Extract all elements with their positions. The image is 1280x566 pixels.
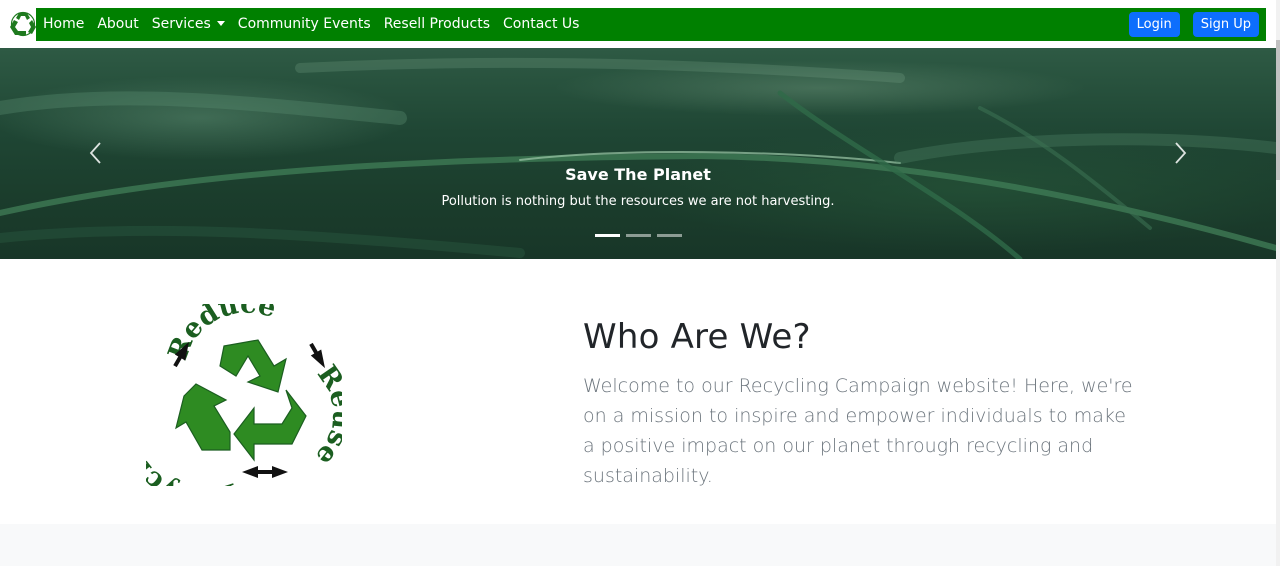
reduce-reuse-recycle-logo: Reduce Reuse Recycle (146, 304, 342, 486)
carousel-prev-icon[interactable] (86, 140, 106, 166)
nav-services-label: Services (151, 16, 211, 32)
nav-auth-buttons: Login Sign Up (1128, 12, 1266, 37)
nav-home[interactable]: Home (36, 8, 90, 41)
scrollbar-thumb[interactable] (1276, 40, 1280, 180)
hero-carousel: Save The Planet Pollution is nothing but… (0, 48, 1276, 259)
about-section: Reduce Reuse Recycle Who Are We? Welcome… (0, 259, 1276, 524)
carousel-indicators (595, 234, 682, 237)
hero-title: Save The Planet (565, 165, 711, 184)
header: Home About Services Community Events Res… (0, 0, 1280, 48)
nav-community-events[interactable]: Community Events (231, 8, 377, 41)
about-description: Welcome to our Recycling Campaign websit… (583, 375, 1133, 487)
signup-button[interactable]: Sign Up (1192, 12, 1259, 37)
carousel-indicator-3[interactable] (657, 234, 682, 237)
grass-background-image (0, 57, 1276, 259)
hero-subtitle: Pollution is nothing but the resources w… (441, 194, 835, 209)
nav-about[interactable]: About (90, 8, 144, 41)
carousel-indicator-1[interactable] (595, 234, 620, 237)
nav-resell-products[interactable]: Resell Products (377, 8, 496, 41)
carousel-next-icon[interactable] (1170, 140, 1190, 166)
page: Home About Services Community Events Res… (0, 0, 1280, 566)
about-title: Who Are We? (583, 317, 811, 357)
login-button[interactable]: Login (1128, 12, 1180, 37)
caret-down-icon (216, 21, 225, 26)
recycle-icon[interactable] (8, 11, 38, 37)
nav-contact-us[interactable]: Contact Us (496, 8, 585, 41)
main-navbar: Home About Services Community Events Res… (36, 8, 1266, 41)
nav-services-dropdown[interactable]: Services (145, 8, 231, 41)
logo-word-reuse: Reuse (309, 360, 342, 472)
next-section-band (0, 524, 1276, 566)
carousel-indicator-2[interactable] (626, 234, 651, 237)
